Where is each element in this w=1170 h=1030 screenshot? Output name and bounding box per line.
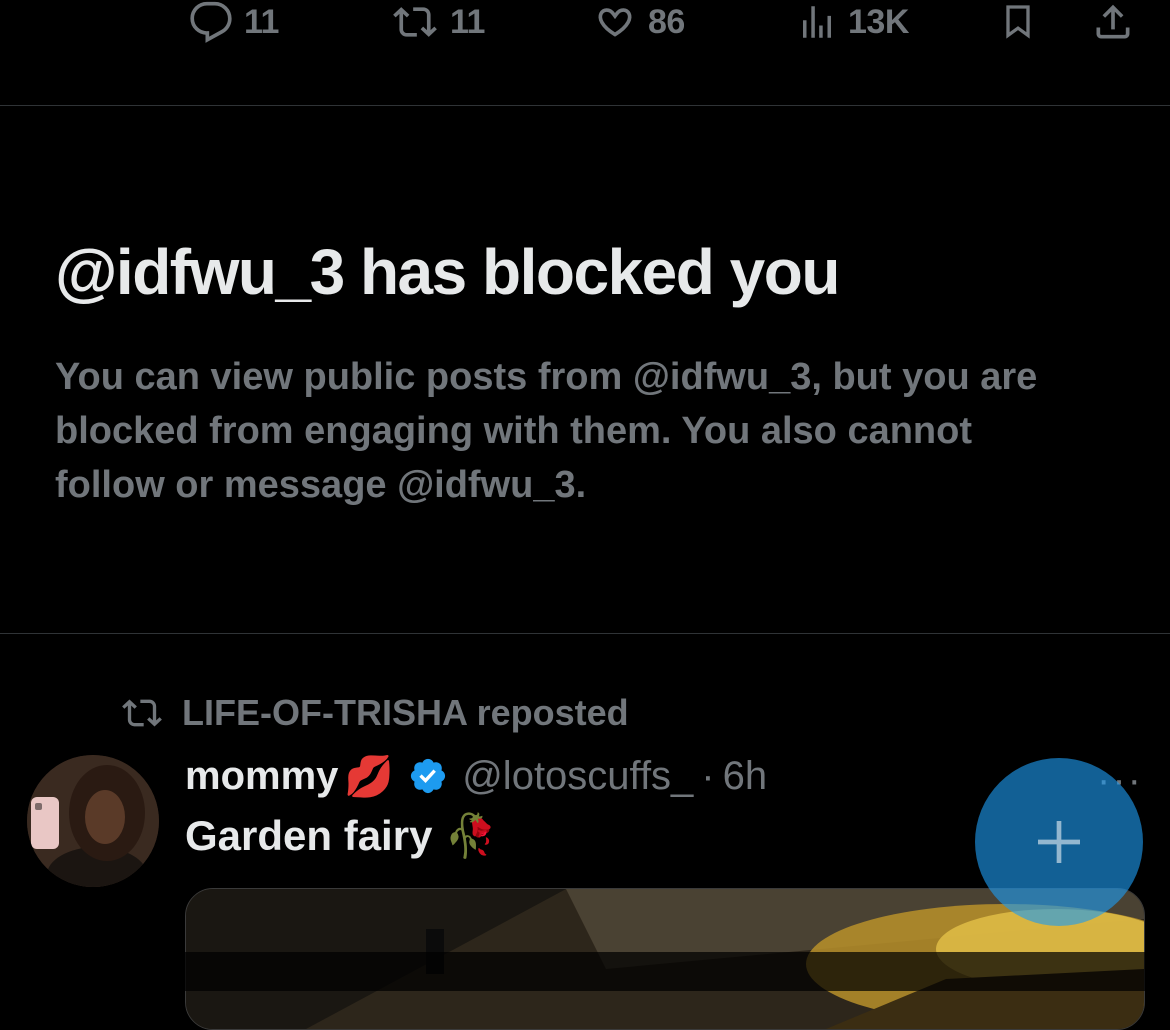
blocked-message: You can view public posts from @idfwu_3,… <box>55 356 1038 506</box>
blocked-notice: @idfwu_3 has blocked you You can view pu… <box>0 105 1170 634</box>
like-count: 86 <box>648 2 685 41</box>
views-count: 13K <box>848 2 909 41</box>
like-button[interactable]: 86 <box>592 0 685 44</box>
author-handle[interactable]: @lotoscuffs_ <box>462 754 693 799</box>
reply-count: 11 <box>244 2 279 41</box>
plus-icon <box>1038 821 1080 863</box>
author-name[interactable]: mommy <box>185 754 338 799</box>
repost-icon <box>122 699 162 727</box>
meta-separator: · <box>701 753 715 798</box>
bottom-nav-overlay <box>0 952 1170 991</box>
post-action-bar: 11 11 86 13K <box>0 0 1170 106</box>
heart-icon <box>598 8 632 37</box>
avatar[interactable] <box>27 755 159 887</box>
post-text-emoji: 🥀 <box>444 811 497 859</box>
repost-attribution[interactable]: LIFE-OF-TRISHA reposted <box>120 690 629 736</box>
post-text: Garden fairy 🥀 <box>185 810 497 862</box>
author-row: mommy 💋 @lotoscuffs_ · 6h <box>185 750 767 802</box>
compose-button[interactable] <box>975 758 1143 926</box>
bookmark-icon <box>1006 5 1030 39</box>
reply-icon <box>190 1 232 43</box>
bookmark-button[interactable] <box>998 0 1038 44</box>
share-icon <box>1096 4 1130 39</box>
blocked-title: @idfwu_3 has blocked you <box>55 236 840 308</box>
views-icon <box>803 6 831 38</box>
repost-count: 11 <box>450 2 485 41</box>
repost-label: LIFE-OF-TRISHA reposted <box>182 692 629 733</box>
repost-button[interactable]: 11 <box>390 0 485 44</box>
post-text-body: Garden fairy <box>185 812 433 859</box>
author-emoji: 💋 <box>344 754 395 799</box>
reply-button[interactable]: 11 <box>188 0 279 44</box>
share-button[interactable] <box>1090 0 1136 44</box>
post-time[interactable]: 6h <box>723 754 768 799</box>
verified-badge-icon <box>411 758 446 794</box>
repost-icon <box>393 7 437 37</box>
views-button[interactable]: 13K <box>796 0 909 44</box>
avatar-image <box>27 755 159 887</box>
